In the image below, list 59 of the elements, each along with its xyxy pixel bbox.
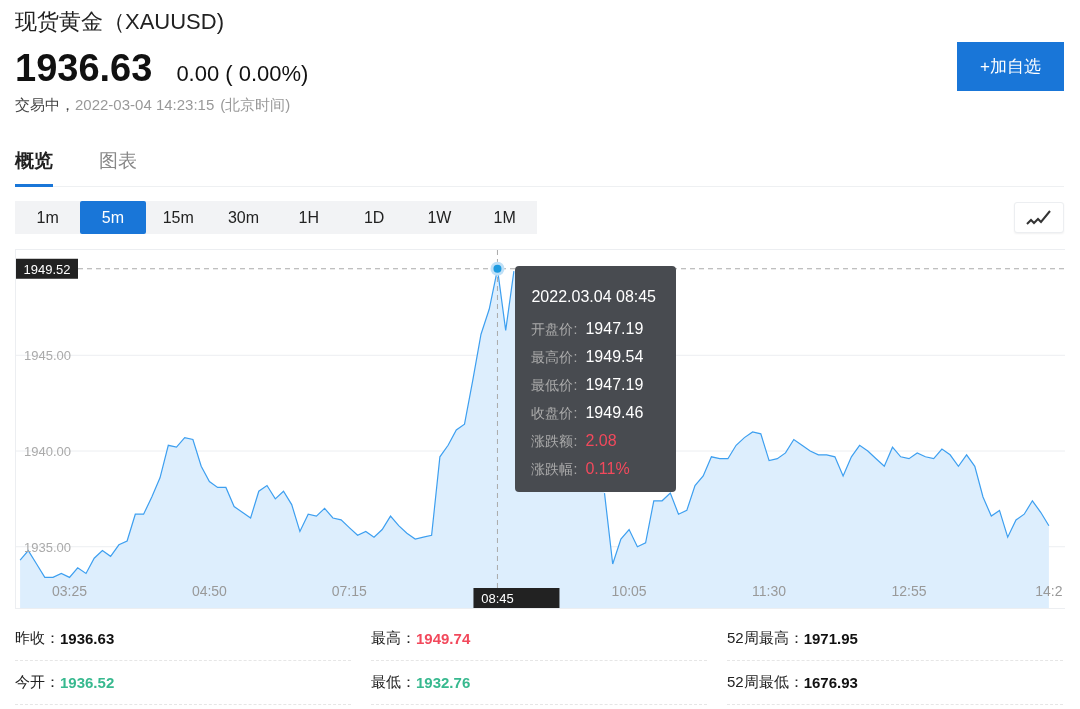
ref-line-label: 1949.52 (23, 261, 71, 277)
price: 1936.63 (15, 46, 153, 90)
y-axis-label: 1935.00 (24, 539, 71, 555)
page-title: 现货黄金（XAUUSD) (15, 8, 225, 36)
y-axis-label: 1940.00 (24, 444, 71, 459)
tooltip-label: 涨跌幅: (531, 461, 579, 479)
trading-status: 交易中， (15, 95, 75, 115)
period-button[interactable]: 15m (145, 201, 211, 234)
tooltip-title: 2022.03.04 08:45 (531, 288, 657, 306)
x-axis-label: 14:2 (1035, 583, 1063, 599)
line-chart-icon (1026, 208, 1052, 227)
tooltip-value: 1949.46 (585, 404, 644, 422)
x-axis-label: 07:15 (331, 583, 367, 599)
period-button[interactable]: 1H (276, 201, 342, 234)
x-axis-label: 10:05 (611, 583, 647, 599)
x-axis-label: 04:50 (191, 583, 227, 599)
timezone: (北京时间) (220, 95, 291, 115)
x-axis-label: 11:30 (752, 583, 787, 599)
x-axis-label: 03:25 (51, 583, 87, 599)
period-button[interactable]: 1m (15, 201, 81, 234)
stat-value: 1676.93 (803, 674, 858, 691)
tooltip-value: 2.08 (585, 432, 617, 450)
stat-value: 1949.74 (416, 630, 471, 647)
price-marker: 1949.52 (16, 258, 78, 279)
stat-value: 1932.76 (416, 674, 471, 691)
stat-value: 1936.52 (60, 674, 115, 691)
stat-label: 52周最低： (727, 673, 804, 692)
add-watchlist-button[interactable]: +加自选 (957, 42, 1064, 91)
tooltip-value: 0.11% (585, 460, 630, 478)
tooltip-value: 1947.19 (585, 376, 644, 394)
x-axis-label: 12:55 (891, 583, 927, 599)
price-change: 0.00 ( 0.00%) (176, 61, 309, 87)
chart-type-button[interactable] (1014, 202, 1064, 233)
stat-label: 最高： (371, 629, 416, 648)
stat-value: 1971.95 (803, 630, 858, 647)
tooltip-label: 收盘价: (531, 405, 579, 423)
stat-label: 昨收： (15, 629, 60, 648)
period-button[interactable]: 30m (210, 201, 277, 234)
stat-label: 今开： (15, 673, 60, 692)
tooltip-label: 最高价: (531, 349, 579, 367)
period-button[interactable]: 1M (472, 201, 538, 234)
x-tick-label: 08:45 (481, 591, 514, 606)
tooltip-label: 开盘价: (531, 321, 579, 339)
stat-label: 最低： (371, 673, 416, 692)
tab[interactable]: 图表 (99, 136, 137, 187)
tooltip-value: 1949.54 (585, 348, 644, 366)
period-button[interactable]: 1W (406, 201, 473, 234)
time-marker: 08:45 (473, 588, 560, 608)
tooltip-value: 1947.19 (585, 320, 644, 338)
period-button[interactable]: 5m (80, 201, 146, 234)
tab[interactable]: 概览 (15, 136, 53, 187)
tooltip-label: 涨跌额: (531, 433, 579, 451)
stat-label: 52周最高： (727, 629, 804, 648)
hover-point (490, 261, 505, 276)
timestamp: 2022-03-04 14:23:15 (75, 95, 215, 115)
y-axis-label: 1945.00 (24, 348, 71, 364)
stat-value: 1936.63 (60, 630, 115, 647)
tooltip-label: 最低价: (531, 377, 579, 395)
period-button[interactable]: 1D (341, 201, 407, 234)
